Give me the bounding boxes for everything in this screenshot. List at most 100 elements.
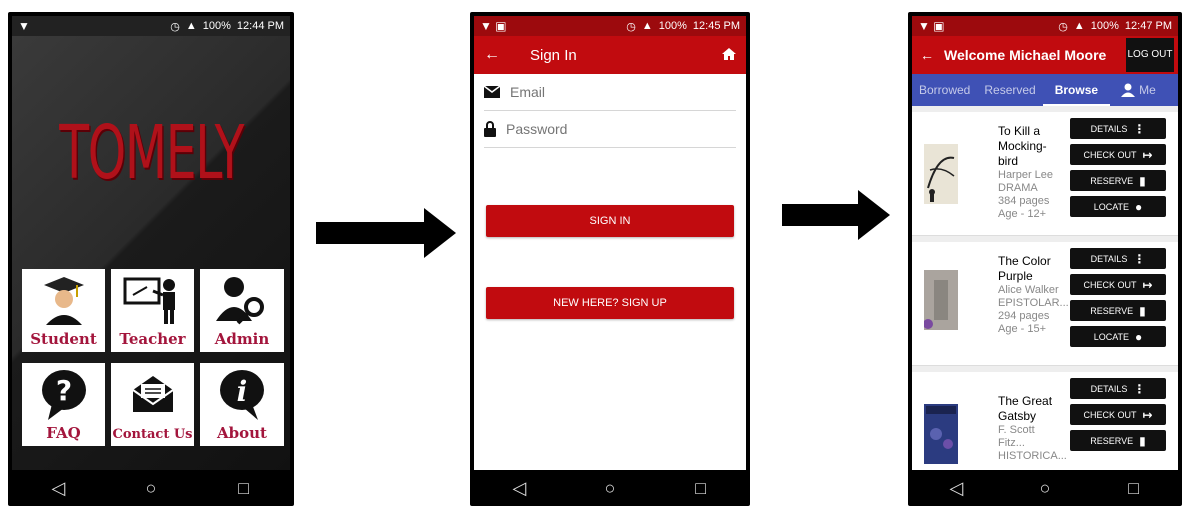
book-genre: DRAMA [998,182,1038,194]
book-cover-image [924,404,958,464]
book-title: To Kill a Mocking-bird [998,124,1047,168]
status-bar: ▼ ◷ ▲ 100% 12:44 PM [12,16,290,36]
alarm-icon: ◷ [170,20,180,33]
signal-icon: ▲ [1073,20,1085,32]
home-nav-icon[interactable]: ○ [1025,478,1065,499]
locate-button[interactable]: LOCATE ● [1070,196,1166,217]
email-input[interactable] [510,84,710,100]
tab-bar: Borrowed Reserved Browse Me [912,74,1178,106]
book-pages: 384 pages [998,195,1050,207]
checkout-button[interactable]: CHECK OUT ↦ [1070,144,1166,165]
svg-text:?: ? [55,374,71,407]
bookmark-icon: ▮ [1139,173,1146,188]
checkout-button[interactable]: CHECK OUT ↦ [1070,274,1166,295]
student-tile[interactable]: Student [22,269,105,352]
more-vert-icon: ⋮ [1133,251,1146,266]
details-button[interactable]: DETAILS ⋮ [1070,118,1166,139]
page-title: Welcome Michael Moore [944,47,1107,63]
tile-label: Admin [214,330,270,348]
phone-sign-in-screen: ▼ ▣ ◷ ▲ 100% 12:45 PM ← Sign In SIGN IN … [470,12,750,506]
book-actions: DETAILS ⋮ CHECK OUT ↦ RESERVE ▮ LOCATE ● [1070,248,1166,352]
tab-me[interactable]: Me [1114,74,1163,106]
about-tile[interactable]: i About [200,363,284,446]
book-age: Age - 15+ [998,323,1047,335]
sign-up-button[interactable]: NEW HERE? SIGN UP [486,287,734,319]
back-arrow-icon[interactable]: ← [920,47,934,63]
book-genre: HISTORICA... [998,450,1067,462]
android-nav-bar: ◁ ○ □ [12,470,290,506]
book-card[interactable]: The Color Purple Alice Walker EPISTOLAR.… [912,242,1178,366]
bookmark-icon: ▮ [1139,303,1146,318]
tab-browse[interactable]: Browse [1042,74,1111,106]
app-logo: TOMELY [59,110,244,196]
admin-key-icon [200,275,284,325]
home-icon[interactable] [722,47,736,64]
browse-screen: ← Welcome Michael Moore LOG OUT Borrowed… [912,36,1178,470]
back-nav-icon[interactable]: ◁ [936,478,976,499]
sign-in-button[interactable]: SIGN IN [486,205,734,237]
phone-home-screen: ▼ ◷ ▲ 100% 12:44 PM TOMELY Student Teach… [8,12,294,506]
location-pin-icon: ● [1135,199,1143,214]
teacher-icon [111,275,194,325]
book-info: The Color Purple Alice Walker EPISTOLAR.… [998,254,1069,336]
reserve-button[interactable]: RESERVE ▮ [1070,430,1166,451]
book-actions: DETAILS ⋮ CHECK OUT ↦ RESERVE ▮ [1070,378,1166,456]
more-vert-icon: ⋮ [1133,121,1146,136]
battery-level: 100% [1090,20,1119,32]
phone-browse-screen: ▼ ▣ ◷ ▲ 100% 12:47 PM ← Welcome Michael … [908,12,1182,506]
book-title: The Great Gatsby [998,394,1053,423]
reserve-button[interactable]: RESERVE ▮ [1070,170,1166,191]
back-nav-icon[interactable]: ◁ [499,478,539,499]
svg-text:i: i [237,375,248,408]
home-nav-icon[interactable]: ○ [590,478,630,499]
recents-nav-icon[interactable]: □ [1114,478,1154,499]
admin-tile[interactable]: Admin [200,269,284,352]
bookmark-icon: ▮ [1139,433,1146,448]
book-cover-image [924,144,958,204]
shield-icon: ▼ ▣ [918,19,945,33]
contact-tile[interactable]: Contact Us [111,363,194,446]
home-nav-icon[interactable]: ○ [131,478,171,499]
details-button[interactable]: DETAILS ⋮ [1070,248,1166,269]
status-bar: ▼ ▣ ◷ ▲ 100% 12:45 PM [474,16,746,36]
location-pin-icon: ● [1135,329,1143,344]
locate-button[interactable]: LOCATE ● [1070,326,1166,347]
signal-icon: ▲ [185,20,197,32]
recents-nav-icon[interactable]: □ [224,478,264,499]
back-nav-icon[interactable]: ◁ [38,478,78,499]
password-field[interactable] [484,111,736,148]
signal-icon: ▲ [641,20,653,32]
arrow-right-icon [782,190,890,240]
reserve-button[interactable]: RESERVE ▮ [1070,300,1166,321]
tab-reserved[interactable]: Reserved [977,74,1042,106]
graduate-icon [22,275,105,325]
checkout-button[interactable]: CHECK OUT ↦ [1070,404,1166,425]
password-input[interactable] [506,121,706,137]
back-arrow-icon[interactable]: ← [484,46,500,64]
book-pages: 294 pages [998,310,1050,322]
checkout-icon: ↦ [1142,277,1153,292]
alarm-icon: ◷ [626,20,636,33]
teacher-tile[interactable]: Teacher [111,269,194,352]
faq-tile[interactable]: ? FAQ [22,363,105,446]
recents-nav-icon[interactable]: □ [681,478,721,499]
book-author: F. Scott Fitz... [998,424,1035,449]
book-author: Alice Walker [998,284,1059,296]
book-title: The Color Purple [998,254,1051,283]
clock: 12:44 PM [236,20,284,32]
clock: 12:47 PM [1124,20,1172,32]
tile-label: Contact Us [112,427,193,442]
tile-label: Teacher [119,330,186,348]
email-field[interactable] [484,74,736,111]
clock: 12:45 PM [692,20,740,32]
arrow-right-icon [316,208,456,258]
book-card[interactable]: The Great Gatsby F. Scott Fitz... HISTOR… [912,372,1178,470]
details-button[interactable]: DETAILS ⋮ [1070,378,1166,399]
logout-button[interactable]: LOG OUT [1126,38,1174,72]
book-card[interactable]: To Kill a Mocking-bird Harper Lee DRAMA … [912,112,1178,236]
tile-label: Student [30,330,97,348]
book-genre: EPISTOLAR... [998,297,1069,309]
tab-borrowed[interactable]: Borrowed [912,74,977,106]
tab-me-label: Me [1139,83,1156,97]
battery-level: 100% [202,20,231,32]
